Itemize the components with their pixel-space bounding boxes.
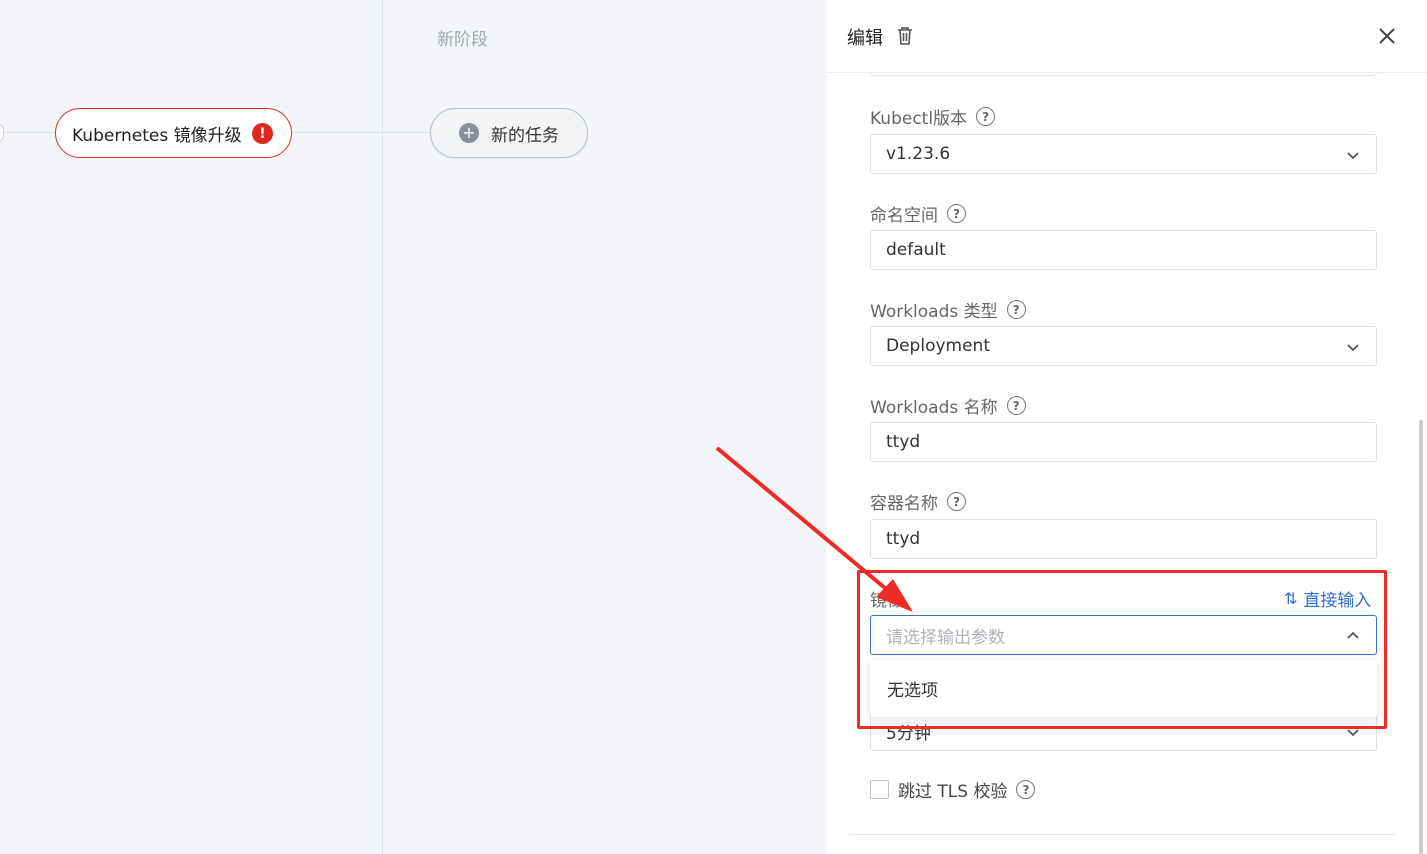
container-name-label-text: 容器名称 [870,494,938,514]
previous-stage-connector [0,124,4,142]
plus-icon: + [459,123,479,143]
help-icon[interactable]: ? [1006,396,1026,415]
workload-type-value: Deployment [886,336,990,356]
timeout-select[interactable]: 5分钟 [870,711,1377,751]
dropdown-empty-text: 无选项 [887,681,938,701]
container-name-input[interactable]: ttyd [870,519,1377,559]
image-label: 镜像 [870,586,904,611]
workload-name-label: Workloads 名称 ? [870,393,1026,418]
help-icon[interactable]: ? [947,204,966,223]
panel-header: 编辑 [827,0,1427,73]
workload-type-label-text: Workloads 类型 [870,302,998,322]
chevron-down-icon [1347,729,1359,737]
container-name-value: ttyd [886,529,921,549]
skip-tls-label[interactable]: 跳过 TLS 校验 [898,777,1007,802]
help-icon[interactable]: ? [947,492,966,511]
workload-name-input[interactable]: ttyd [870,422,1377,462]
skip-tls-row: 跳过 TLS 校验 ? [870,777,1036,802]
workload-type-select[interactable]: Deployment [870,326,1377,366]
kubectl-version-select[interactable]: v1.23.6 [870,134,1377,174]
kubectl-version-label: Kubectl版本 ? [870,104,996,129]
help-icon[interactable]: ? [1006,300,1026,319]
panel-title: 编辑 [847,28,883,49]
stage-divider [382,0,383,854]
task-node-label: Kubernetes 镜像升级 [72,125,242,146]
kubectl-version-value: v1.23.6 [886,144,951,164]
timeout-value: 5分钟 [886,723,931,744]
add-task-label: 新的任务 [491,125,559,146]
kubectl-version-label-text: Kubectl版本 [870,109,968,129]
connector-line [4,132,56,133]
image-label-text: 镜像 [870,591,904,611]
connector-line [292,132,430,133]
panel-scrollbar[interactable] [1419,420,1423,854]
task-node-k8s-image-upgrade[interactable]: Kubernetes 镜像升级 ! [55,108,292,158]
workload-name-value: ttyd [886,432,921,452]
help-icon[interactable]: ? [976,107,996,126]
namespace-value: default [886,240,946,260]
image-output-param-select[interactable]: 请选择输出参数 [870,615,1377,655]
chevron-down-icon [1347,152,1359,160]
edit-panel: 编辑 Kubectl版本 ? v1.23.6 命名空间 ? default Wo… [827,0,1427,854]
close-icon[interactable] [1375,24,1399,48]
divider [849,834,1395,835]
container-name-label: 容器名称 ? [870,489,966,514]
trash-icon[interactable] [895,26,915,46]
pipeline-canvas: 新阶段 Kubernetes 镜像升级 ! + 新的任务 [0,0,827,854]
direct-input-label: 直接输入 [1303,591,1372,611]
namespace-input[interactable]: default [870,230,1377,270]
skip-tls-checkbox[interactable] [870,780,889,799]
chevron-up-icon [1347,631,1359,639]
image-placeholder: 请选择输出参数 [886,627,1005,648]
help-icon[interactable]: ? [1016,780,1036,799]
direct-input-toggle[interactable]: ⇅ 直接输入 [1284,586,1371,611]
add-task-button[interactable]: + 新的任务 [430,108,588,158]
stage-title[interactable]: 新阶段 [437,25,488,50]
swap-icon: ⇅ [1284,589,1298,608]
workload-name-label-text: Workloads 名称 [870,398,998,418]
workload-type-label: Workloads 类型 ? [870,297,1026,322]
namespace-label: 命名空间 ? [870,201,966,226]
image-dropdown-menu: 无选项 [870,660,1377,717]
chevron-down-icon [1347,344,1359,352]
error-icon: ! [252,123,273,144]
namespace-label-text: 命名空间 [870,206,938,226]
